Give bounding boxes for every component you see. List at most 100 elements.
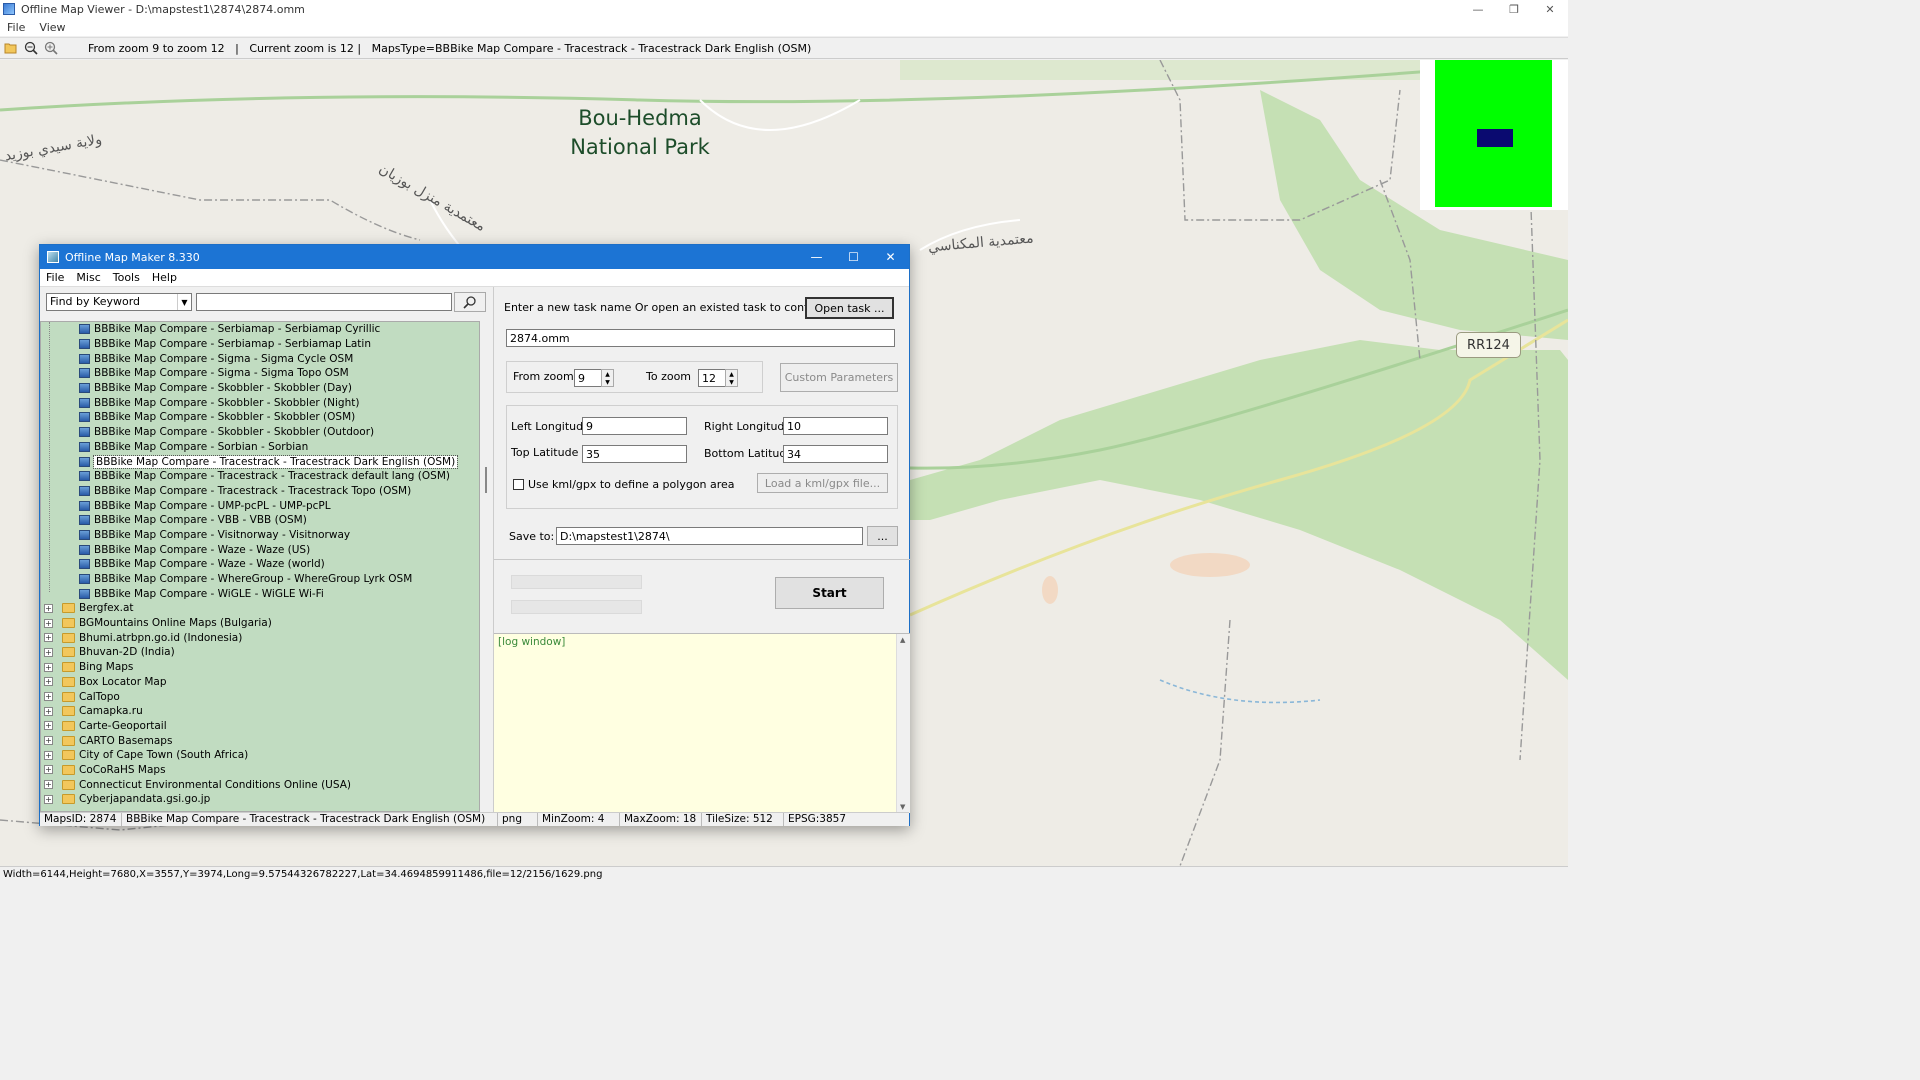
tree-item-map[interactable]: BBBike Map Compare - WhereGroup - WhereG… bbox=[41, 572, 479, 587]
expand-icon[interactable]: + bbox=[44, 603, 53, 613]
tree-item-map[interactable]: BBBike Map Compare - Tracestrack - Trace… bbox=[41, 484, 479, 499]
save-to-input[interactable] bbox=[556, 527, 863, 545]
open-folder-icon[interactable] bbox=[2, 39, 20, 57]
search-mode-select[interactable]: Find by Keyword ▼ bbox=[46, 293, 192, 311]
tree-item-map[interactable]: BBBike Map Compare - Waze - Waze (US) bbox=[41, 542, 479, 557]
tree-item-folder[interactable]: + Cyberjapandata.gsi.go.jp bbox=[41, 792, 479, 807]
tree-item-map[interactable]: BBBike Map Compare - Tracestrack - Trace… bbox=[41, 454, 479, 469]
tree-item-map[interactable]: BBBike Map Compare - Skobbler - Skobbler… bbox=[41, 425, 479, 440]
open-task-button[interactable]: Open task ... bbox=[805, 297, 894, 319]
tree-item-map[interactable]: BBBike Map Compare - VBB - VBB (OSM) bbox=[41, 513, 479, 528]
tree-item-folder[interactable]: + CoCoRaHS Maps bbox=[41, 763, 479, 778]
tree-item-folder[interactable]: + Camapka.ru bbox=[41, 704, 479, 719]
dialog-menu-file[interactable]: File bbox=[40, 271, 70, 284]
tree-item-map[interactable]: BBBike Map Compare - Skobbler - Skobbler… bbox=[41, 395, 479, 410]
restore-icon[interactable]: ❐ bbox=[1496, 0, 1532, 18]
tree-item-map[interactable]: BBBike Map Compare - UMP-pcPL - UMP-pcPL bbox=[41, 498, 479, 513]
tree-item-map[interactable]: BBBike Map Compare - Serbiamap - Serbiam… bbox=[41, 322, 479, 337]
tree-item-label: BBBike Map Compare - Skobbler - Skobbler… bbox=[94, 426, 375, 439]
tree-item-label: City of Cape Town (South Africa) bbox=[79, 749, 249, 762]
close-icon[interactable]: ✕ bbox=[1532, 0, 1568, 18]
browse-button[interactable]: ... bbox=[867, 526, 898, 546]
to-zoom-input[interactable] bbox=[698, 369, 726, 387]
overview-viewport[interactable] bbox=[1477, 129, 1513, 147]
left-longitude-input[interactable] bbox=[582, 417, 687, 435]
scroll-up-icon[interactable]: ▲ bbox=[900, 636, 905, 644]
right-longitude-input[interactable] bbox=[783, 417, 888, 435]
expand-icon[interactable]: + bbox=[44, 706, 53, 716]
search-input[interactable] bbox=[196, 293, 452, 311]
from-zoom-input[interactable] bbox=[574, 369, 602, 387]
menu-view[interactable]: View bbox=[32, 21, 72, 34]
map-icon bbox=[79, 500, 90, 511]
tree-item-map[interactable]: BBBike Map Compare - Sorbian - Sorbian bbox=[41, 440, 479, 455]
tree-item-map[interactable]: BBBike Map Compare - Skobbler - Skobbler… bbox=[41, 381, 479, 396]
dialog-minimize-icon[interactable]: — bbox=[798, 245, 835, 269]
expand-icon[interactable]: + bbox=[44, 794, 53, 804]
expand-icon[interactable]: + bbox=[44, 750, 53, 760]
tree-item-map[interactable]: BBBike Map Compare - Skobbler - Skobbler… bbox=[41, 410, 479, 425]
log-scrollbar[interactable]: ▲ ▼ bbox=[896, 634, 910, 813]
minimize-icon[interactable]: — bbox=[1460, 0, 1496, 18]
tree-item-folder[interactable]: + Box Locator Map bbox=[41, 675, 479, 690]
zoom-in-icon[interactable] bbox=[42, 39, 60, 57]
tree-item-label: BBBike Map Compare - Waze - Waze (world) bbox=[94, 558, 325, 571]
tree-item-map[interactable]: BBBike Map Compare - Tracestrack - Trace… bbox=[41, 469, 479, 484]
tree-item-folder[interactable]: + Bhuvan-2D (India) bbox=[41, 645, 479, 660]
tree-item-folder[interactable]: + Bhumi.atrbpn.go.id (Indonesia) bbox=[41, 630, 479, 645]
expand-icon[interactable]: + bbox=[44, 647, 53, 657]
tree-item-folder[interactable]: + Bing Maps bbox=[41, 660, 479, 675]
tree-item-map[interactable]: BBBike Map Compare - Visitnorway - Visit… bbox=[41, 528, 479, 543]
tree-item-folder[interactable]: + CARTO Basemaps bbox=[41, 733, 479, 748]
dialog-close-icon[interactable]: ✕ bbox=[872, 245, 909, 269]
dialog-menu-help[interactable]: Help bbox=[146, 271, 183, 284]
tree-item-folder[interactable]: + Connecticut Environmental Conditions On… bbox=[41, 777, 479, 792]
tree-item-map[interactable]: BBBike Map Compare - Waze - Waze (world) bbox=[41, 557, 479, 572]
expand-icon[interactable]: + bbox=[44, 736, 53, 746]
start-button[interactable]: Start bbox=[775, 577, 884, 609]
tree-item-folder[interactable]: + BGMountains Online Maps (Bulgaria) bbox=[41, 616, 479, 631]
tree-item-folder[interactable]: + Bergfex.at bbox=[41, 601, 479, 616]
zoom-out-icon[interactable] bbox=[22, 39, 40, 57]
dialog-titlebar[interactable]: Offline Map Maker 8.330 — ☐ ✕ bbox=[40, 245, 909, 269]
map-icon bbox=[79, 441, 90, 452]
expand-icon[interactable]: + bbox=[44, 662, 53, 672]
dialog-menu-misc[interactable]: Misc bbox=[70, 271, 106, 284]
use-kml-checkbox[interactable] bbox=[513, 479, 524, 490]
tree-item-folder[interactable]: + Carte-Geoportail bbox=[41, 719, 479, 734]
search-button[interactable] bbox=[454, 292, 486, 312]
menu-file[interactable]: File bbox=[0, 21, 32, 34]
dialog-maximize-icon[interactable]: ☐ bbox=[835, 245, 872, 269]
tree-item-map[interactable]: BBBike Map Compare - Sigma - Sigma Topo … bbox=[41, 366, 479, 381]
task-name-input[interactable] bbox=[506, 329, 895, 347]
expand-icon[interactable]: + bbox=[44, 618, 53, 628]
from-zoom-spinner[interactable]: ▲ ▼ bbox=[601, 369, 614, 387]
tree-item-label: BBBike Map Compare - Visitnorway - Visit… bbox=[94, 528, 351, 541]
top-latitude-input[interactable] bbox=[582, 445, 687, 463]
log-window[interactable]: [log window] ▲ ▼ bbox=[494, 633, 910, 813]
custom-parameters-button[interactable]: Custom Parameters bbox=[780, 363, 898, 392]
overview-minimap[interactable] bbox=[1420, 60, 1568, 210]
pane-splitter[interactable] bbox=[485, 467, 487, 493]
chevron-down-icon[interactable]: ▼ bbox=[177, 294, 191, 310]
tree-item-map[interactable]: BBBike Map Compare - WiGLE - WiGLE Wi-Fi bbox=[41, 586, 479, 601]
search-row: Find by Keyword ▼ bbox=[46, 292, 486, 313]
expand-icon[interactable]: + bbox=[44, 780, 53, 790]
expand-icon[interactable]: + bbox=[44, 677, 53, 687]
dialog-menu-tools[interactable]: Tools bbox=[107, 271, 146, 284]
expand-icon[interactable]: + bbox=[44, 721, 53, 731]
tree-item-folder[interactable]: + CalTopo bbox=[41, 689, 479, 704]
expand-icon[interactable]: + bbox=[44, 633, 53, 643]
map-source-tree[interactable]: BBBike Map Compare - Serbiamap - Serbiam… bbox=[40, 321, 480, 812]
tree-item-folder[interactable]: + City of Cape Town (South Africa) bbox=[41, 748, 479, 763]
scroll-down-icon[interactable]: ▼ bbox=[900, 803, 905, 811]
bottom-latitude-input[interactable] bbox=[783, 445, 888, 463]
load-kml-button[interactable]: Load a kml/gpx file... bbox=[757, 473, 888, 493]
search-icon bbox=[463, 296, 476, 309]
tree-item-map[interactable]: BBBike Map Compare - Serbiamap - Serbiam… bbox=[41, 337, 479, 352]
status-format: png bbox=[498, 813, 538, 826]
expand-icon[interactable]: + bbox=[44, 692, 53, 702]
expand-icon[interactable]: + bbox=[44, 765, 53, 775]
to-zoom-spinner[interactable]: ▲ ▼ bbox=[725, 369, 738, 387]
tree-item-map[interactable]: BBBike Map Compare - Sigma - Sigma Cycle… bbox=[41, 351, 479, 366]
